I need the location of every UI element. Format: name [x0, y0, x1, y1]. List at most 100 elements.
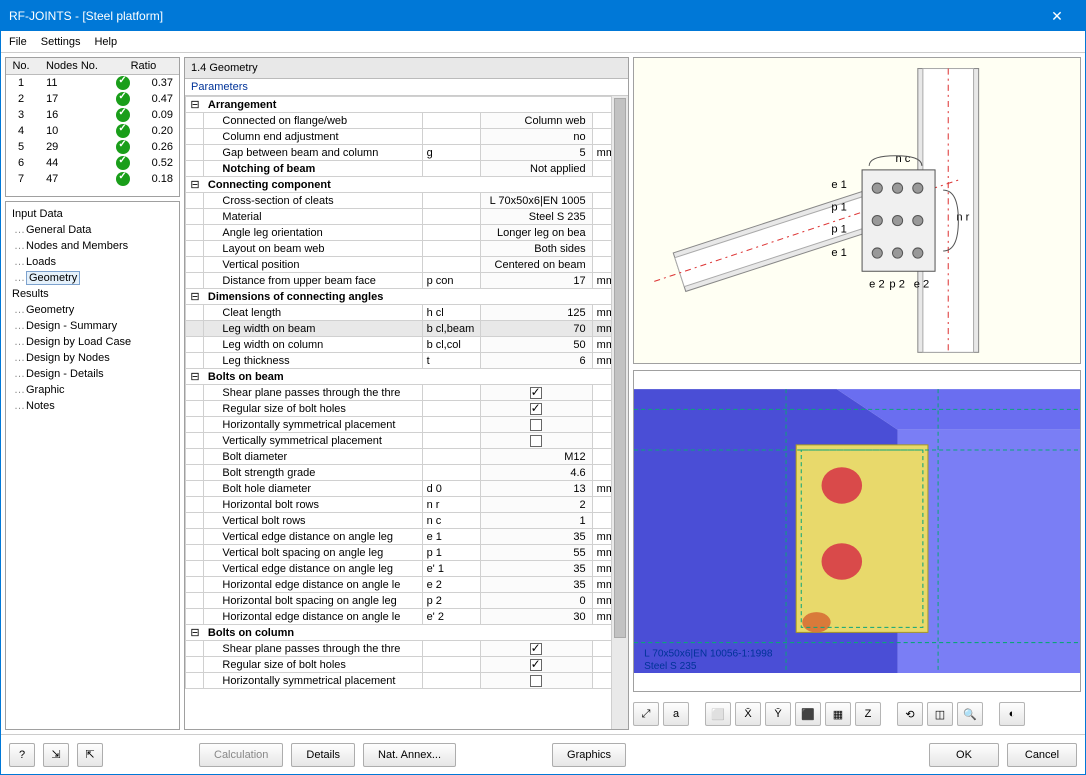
grid-row[interactable]: Horizontally symmetrical placement	[186, 417, 628, 433]
grid-row[interactable]: Connected on flange/webColumn web	[186, 113, 628, 129]
view-tool-button[interactable]: ⬜	[705, 702, 731, 726]
grid-row[interactable]: Vertical edge distance on angle lege 135…	[186, 529, 628, 545]
menu-settings[interactable]: Settings	[41, 36, 81, 48]
grid-row[interactable]: Vertical edge distance on angle lege' 13…	[186, 561, 628, 577]
table-row[interactable]: 5290.26	[6, 139, 179, 155]
export-icon[interactable]: ⇲	[43, 743, 69, 767]
grid-row[interactable]: Horizontally symmetrical placement	[186, 673, 628, 689]
grid-row[interactable]: Leg thicknesst6mm	[186, 353, 628, 369]
grid-row[interactable]: Angle leg orientationLonger leg on bea	[186, 225, 628, 241]
scrollbar[interactable]	[611, 96, 628, 729]
view-tool-button[interactable]: a	[663, 702, 689, 726]
col-ratio[interactable]: Ratio	[108, 58, 179, 75]
grid-row[interactable]: ⊟Arrangement	[186, 97, 628, 113]
cancel-button[interactable]: Cancel	[1007, 743, 1077, 767]
grid-row[interactable]: Leg width on columnb cl,col50mm	[186, 337, 628, 353]
table-row[interactable]: 6440.52	[6, 155, 179, 171]
grid-row[interactable]: Shear plane passes through the thre	[186, 385, 628, 401]
grid-row[interactable]: ⊟Bolts on column	[186, 625, 628, 641]
grid-row[interactable]: Cleat lengthh cl125mm	[186, 305, 628, 321]
schematic-preview[interactable]: n c n r e 1 p 1 p 1 e 1 e 2 p 2 e 2	[633, 57, 1081, 364]
checkbox[interactable]	[530, 419, 542, 431]
checkbox[interactable]	[530, 403, 542, 415]
grid-row[interactable]: Bolt hole diameterd 013mm	[186, 481, 628, 497]
help-icon[interactable]: ?	[9, 743, 35, 767]
details-button[interactable]: Details	[291, 743, 355, 767]
tree-item[interactable]: Geometry	[12, 302, 173, 318]
tree-input[interactable]: Input Data	[12, 206, 173, 222]
parameters-grid[interactable]: ⊟ArrangementConnected on flange/webColum…	[185, 96, 628, 689]
checkbox[interactable]	[530, 435, 542, 447]
tree-results[interactable]: Results	[12, 286, 173, 302]
view-tool-button[interactable]: 🔍	[957, 702, 983, 726]
grid-row[interactable]: Vertically symmetrical placement	[186, 433, 628, 449]
grid-row[interactable]: Horizontal bolt rowsn r2	[186, 497, 628, 513]
table-row[interactable]: 2170.47	[6, 91, 179, 107]
grid-row[interactable]: Layout on beam webBoth sides	[186, 241, 628, 257]
grid-row[interactable]: Vertical bolt spacing on angle legp 155m…	[186, 545, 628, 561]
tree-item[interactable]: Nodes and Members	[12, 238, 173, 254]
3d-render-view[interactable]: L 70x50x6|EN 10056-1:1998 Steel S 235	[633, 370, 1081, 692]
view-tool-button[interactable]: ▦	[825, 702, 851, 726]
grid-row[interactable]: Shear plane passes through the thre	[186, 641, 628, 657]
ok-button[interactable]: OK	[929, 743, 999, 767]
col-nodes[interactable]: Nodes No.	[36, 58, 108, 75]
grid-row[interactable]: ⊟Bolts on beam	[186, 369, 628, 385]
grid-row[interactable]: Column end adjustmentno	[186, 129, 628, 145]
grid-row[interactable]: MaterialSteel S 235	[186, 209, 628, 225]
grid-row[interactable]: ⊟Connecting component	[186, 177, 628, 193]
tree-item[interactable]: General Data	[12, 222, 173, 238]
view-tool-button[interactable]: Ȳ	[765, 702, 791, 726]
grid-row[interactable]: ⊟Dimensions of connecting angles	[186, 289, 628, 305]
close-icon[interactable]: ✕	[1037, 8, 1077, 25]
tree-item[interactable]: Design by Load Case	[12, 334, 173, 350]
check-icon	[116, 124, 130, 138]
view-tool-button[interactable]: ⤢	[633, 702, 659, 726]
calculation-button[interactable]: Calculation	[199, 743, 283, 767]
tree-item[interactable]: Design by Nodes	[12, 350, 173, 366]
view-tool-button[interactable]: ◐	[999, 702, 1025, 726]
checkbox[interactable]	[530, 387, 542, 399]
nat-annex-button[interactable]: Nat. Annex...	[363, 743, 456, 767]
grid-row[interactable]: Vertical positionCentered on beam	[186, 257, 628, 273]
grid-row[interactable]: Gap between beam and columng5mm	[186, 145, 628, 161]
grid-row[interactable]: Regular size of bolt holes	[186, 657, 628, 673]
import-icon[interactable]: ⇱	[77, 743, 103, 767]
table-row[interactable]: 1110.37	[6, 75, 179, 92]
tree-item[interactable]: Notes	[12, 398, 173, 414]
checkbox[interactable]	[530, 643, 542, 655]
menu-file[interactable]: File	[9, 36, 27, 48]
view-tool-button[interactable]: Z	[855, 702, 881, 726]
checkbox[interactable]	[530, 675, 542, 687]
tree-item[interactable]: Loads	[12, 254, 173, 270]
tree-item[interactable]: Graphic	[12, 382, 173, 398]
view-tool-button[interactable]: ⬛	[795, 702, 821, 726]
grid-row[interactable]: Distance from upper beam facep con17mm	[186, 273, 628, 289]
checkbox[interactable]	[530, 659, 542, 671]
grid-row[interactable]: Horizontal edge distance on angle lee' 2…	[186, 609, 628, 625]
grid-row[interactable]: Leg width on beamb cl,beam70mm	[186, 321, 628, 337]
table-row[interactable]: 3160.09	[6, 107, 179, 123]
grid-row[interactable]: Horizontal bolt spacing on angle legp 20…	[186, 593, 628, 609]
grid-row[interactable]: Vertical bolt rowsn c1	[186, 513, 628, 529]
menu-help[interactable]: Help	[94, 36, 117, 48]
grid-row[interactable]: Regular size of bolt holes	[186, 401, 628, 417]
grid-row[interactable]: Cross-section of cleatsL 70x50x6|EN 1005	[186, 193, 628, 209]
view-tool-button[interactable]: ◫	[927, 702, 953, 726]
table-row[interactable]: 7470.18	[6, 171, 179, 187]
col-no[interactable]: No.	[6, 58, 36, 75]
view-tool-button[interactable]: ⟲	[897, 702, 923, 726]
table-row[interactable]: 4100.20	[6, 123, 179, 139]
nav-tree[interactable]: Input Data General DataNodes and Members…	[5, 201, 180, 730]
tree-item[interactable]: Geometry	[12, 270, 173, 286]
view-tool-button[interactable]: X̄	[735, 702, 761, 726]
grid-row[interactable]: Notching of beamNot applied	[186, 161, 628, 177]
tree-item[interactable]: Design - Details	[12, 366, 173, 382]
graphics-button[interactable]: Graphics	[552, 743, 626, 767]
grid-row[interactable]: Horizontal edge distance on angle lee 23…	[186, 577, 628, 593]
render-toolbar: ⤢a ⬜X̄Ȳ⬛▦Z ⟲◫🔍 ◐	[633, 698, 1081, 730]
nodes-table[interactable]: No. Nodes No. Ratio 1110.372170.473160.0…	[5, 57, 180, 197]
grid-row[interactable]: Bolt diameterM12	[186, 449, 628, 465]
tree-item[interactable]: Design - Summary	[12, 318, 173, 334]
grid-row[interactable]: Bolt strength grade4.6	[186, 465, 628, 481]
